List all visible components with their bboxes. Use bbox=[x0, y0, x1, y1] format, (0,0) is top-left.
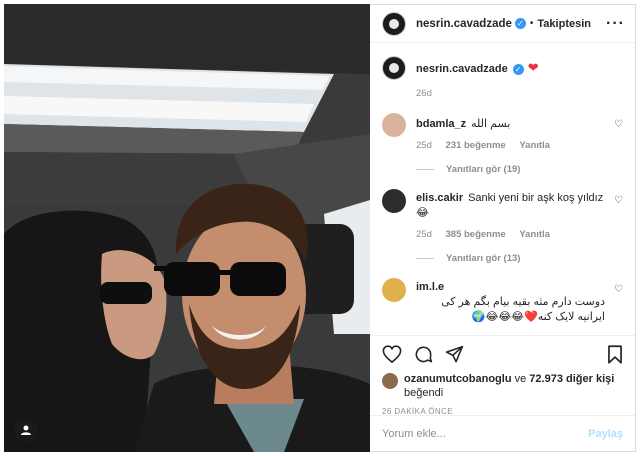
reply-button[interactable]: Yanıtla bbox=[519, 140, 550, 151]
commenter-avatar[interactable] bbox=[382, 189, 406, 213]
comment-likes[interactable]: 385 beğenme bbox=[446, 229, 506, 240]
divider-line bbox=[416, 258, 434, 259]
caption: nesrin.cavadzade ✓ ❤ 26d bbox=[382, 56, 623, 99]
comment-item: elis.cakir Sanki yeni bir aşk koş yıldız😂… bbox=[382, 189, 623, 240]
post-comment-button[interactable]: Paylaş bbox=[588, 428, 623, 440]
add-comment-bar: Paylaş bbox=[370, 415, 635, 451]
like-comment-heart-icon[interactable]: ♡ bbox=[614, 119, 623, 130]
post-photo[interactable] bbox=[4, 4, 370, 452]
post-actions: ozanumutcobanoglu ve 72.973 diğer kişi b… bbox=[370, 335, 635, 416]
comment-username[interactable]: elis.cakir bbox=[416, 192, 463, 204]
tagged-users-button[interactable] bbox=[14, 418, 38, 442]
comment-item: im.l.e دوست دارم مثه بقیه بیام بگم هر کی… bbox=[382, 278, 623, 325]
other-likes-count[interactable]: 72.973 diğer kişi bbox=[529, 373, 614, 385]
likes-joiner: ve bbox=[514, 373, 527, 385]
author-avatar[interactable] bbox=[382, 11, 406, 36]
comment-username[interactable]: im.l.e bbox=[416, 281, 444, 293]
likes-suffix: beğendi bbox=[404, 387, 444, 399]
following-button[interactable]: Takiptesin bbox=[537, 18, 591, 30]
like-comment-heart-icon[interactable]: ♡ bbox=[614, 284, 623, 295]
comment-likes[interactable]: 231 beğenme bbox=[446, 140, 506, 151]
selfie-in-car-image bbox=[4, 4, 370, 452]
comment-item: bdamla_z بسم الله 25d 231 beğenme Yanıtla… bbox=[382, 113, 623, 151]
commenter-avatar[interactable] bbox=[382, 278, 406, 302]
verified-badge-icon: ✓ bbox=[514, 18, 526, 29]
view-replies-button[interactable]: Yanıtları gör (13) bbox=[416, 253, 623, 264]
caption-username[interactable]: nesrin.cavadzade bbox=[416, 63, 508, 75]
comment-username[interactable]: bdamla_z bbox=[416, 118, 466, 130]
comment-input[interactable] bbox=[382, 427, 589, 440]
red-heart-emoji-icon: ❤ bbox=[527, 60, 539, 75]
separator-dot: • bbox=[529, 18, 534, 29]
likes-summary: ozanumutcobanoglu ve 72.973 diğer kişi b… bbox=[382, 372, 623, 400]
view-replies-label[interactable]: Yanıtları gör (19) bbox=[446, 164, 520, 175]
comments-list[interactable]: nesrin.cavadzade ✓ ❤ 26d bdamla_z بسم الله … bbox=[370, 44, 635, 334]
first-liker-username[interactable]: ozanumutcobanoglu bbox=[404, 373, 512, 385]
verified-badge-icon: ✓ bbox=[512, 63, 524, 75]
like-heart-icon[interactable] bbox=[382, 345, 402, 363]
commenter-avatar[interactable] bbox=[382, 113, 406, 137]
share-paper-plane-icon[interactable] bbox=[445, 345, 464, 364]
save-bookmark-icon[interactable] bbox=[607, 344, 623, 364]
ellipsis-icon[interactable]: ··· bbox=[606, 15, 625, 33]
comment-time[interactable]: 25d bbox=[416, 229, 432, 240]
post-details-panel: nesrin.cavadzade ✓ • Takiptesin ··· nesr… bbox=[370, 4, 636, 452]
view-replies-label[interactable]: Yanıtları gör (13) bbox=[446, 253, 520, 264]
comment-text: بسم الله bbox=[471, 118, 511, 130]
comment-time[interactable]: 25d bbox=[416, 140, 432, 151]
author-avatar[interactable] bbox=[382, 56, 406, 80]
liker-avatar[interactable] bbox=[382, 373, 398, 389]
author-username[interactable]: nesrin.cavadzade bbox=[416, 18, 512, 30]
like-comment-heart-icon[interactable]: ♡ bbox=[614, 195, 623, 206]
divider-line bbox=[416, 169, 434, 170]
comment-text: دوست دارم مثه بقیه بیام بگم هر کی ایرانی… bbox=[441, 296, 605, 323]
comment-bubble-icon[interactable] bbox=[414, 345, 433, 364]
reply-button[interactable]: Yanıtla bbox=[519, 229, 550, 240]
user-icon bbox=[21, 425, 31, 435]
view-replies-button[interactable]: Yanıtları gör (19) bbox=[416, 164, 623, 175]
caption-time[interactable]: 26d bbox=[416, 88, 432, 99]
post-header: nesrin.cavadzade ✓ • Takiptesin ··· bbox=[370, 5, 635, 43]
